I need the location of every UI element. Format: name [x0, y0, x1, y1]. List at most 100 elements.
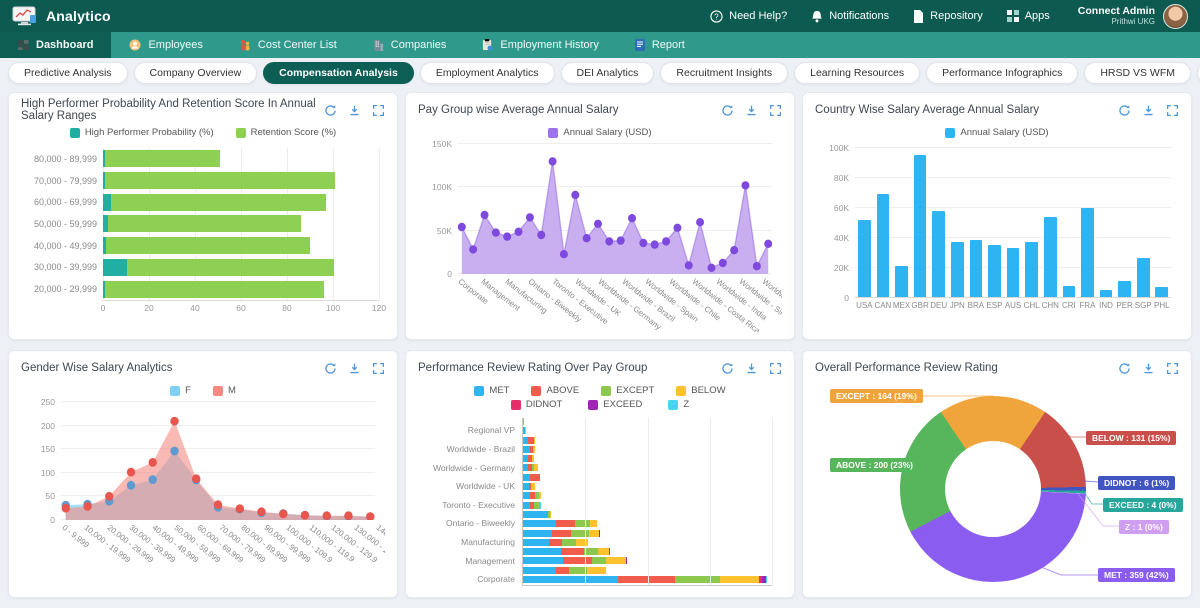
bar[interactable]: [1081, 208, 1094, 297]
download-icon[interactable]: [348, 362, 361, 375]
refresh-icon[interactable]: [1118, 362, 1131, 375]
bar-segment[interactable]: [563, 557, 592, 564]
bar-segment[interactable]: [530, 474, 540, 481]
bar-segment[interactable]: [531, 483, 535, 490]
bar-segment[interactable]: [552, 530, 571, 537]
bar-segment[interactable]: [618, 576, 676, 583]
bar-segment[interactable]: [105, 150, 220, 167]
bar-segment[interactable]: [523, 548, 561, 555]
legend-item[interactable]: Annual Salary (USD): [548, 127, 651, 138]
pill-predictive-analysis[interactable]: Predictive Analysis: [8, 62, 128, 84]
bar-segment[interactable]: [609, 548, 610, 555]
bar-segment[interactable]: [111, 194, 326, 211]
bar-segment[interactable]: [539, 502, 541, 509]
bar[interactable]: [877, 194, 890, 297]
need-help-button[interactable]: ? Need Help?: [710, 10, 787, 23]
expand-icon[interactable]: [769, 362, 782, 375]
bar[interactable]: [1118, 281, 1131, 297]
bar-segment[interactable]: [523, 492, 530, 499]
nav-tab-cost-center-list[interactable]: Cost Center List: [221, 32, 355, 58]
bar-segment[interactable]: [108, 215, 301, 232]
pill-company-overview[interactable]: Company Overview: [134, 62, 258, 84]
bar-segment[interactable]: [103, 194, 111, 211]
legend-item[interactable]: EXCEPT: [601, 385, 654, 396]
nav-tab-report[interactable]: Report: [617, 32, 703, 58]
expand-icon[interactable]: [1166, 362, 1179, 375]
bar[interactable]: [1063, 286, 1076, 297]
bar-segment[interactable]: [556, 520, 575, 527]
expand-icon[interactable]: [769, 104, 782, 117]
bar-segment[interactable]: [556, 567, 569, 574]
donut-label-z[interactable]: Z : 1 (0%): [1119, 520, 1169, 534]
bar[interactable]: [858, 220, 871, 297]
legend-item[interactable]: Annual Salary (USD): [945, 127, 1048, 138]
bar-segment[interactable]: [626, 557, 627, 564]
bar-segment[interactable]: [590, 520, 597, 527]
bar-segment[interactable]: [523, 474, 530, 481]
legend-item[interactable]: DIDNOT: [511, 399, 562, 410]
download-icon[interactable]: [1142, 104, 1155, 117]
pill-performance-infographics[interactable]: Performance Infographics: [926, 62, 1078, 84]
bar[interactable]: [970, 240, 983, 297]
bar-segment[interactable]: [523, 502, 530, 509]
bar-segment[interactable]: [105, 281, 324, 298]
bar-segment[interactable]: [532, 455, 534, 462]
donut-label-except[interactable]: EXCEPT : 164 (19%): [830, 389, 923, 403]
donut-label-met[interactable]: MET : 359 (42%): [1098, 568, 1175, 582]
bar[interactable]: [951, 242, 964, 297]
download-icon[interactable]: [745, 362, 758, 375]
pill-employment-analytics[interactable]: Employment Analytics: [420, 62, 555, 84]
bar[interactable]: [1044, 217, 1057, 297]
expand-icon[interactable]: [1166, 104, 1179, 117]
bar-segment[interactable]: [523, 418, 524, 425]
nav-tab-employment-history[interactable]: Employment History: [464, 32, 616, 58]
app-brand[interactable]: Analytico: [12, 6, 111, 26]
bar-segment[interactable]: [523, 567, 556, 574]
bar-segment[interactable]: [523, 557, 563, 564]
legend-item[interactable]: F: [170, 385, 191, 396]
donut-label-above[interactable]: ABOVE : 200 (23%): [830, 458, 919, 472]
nav-tab-companies[interactable]: Companies: [355, 32, 465, 58]
donut-label-exceed[interactable]: EXCEED : 4 (0%): [1103, 498, 1183, 512]
bar-segment[interactable]: [592, 557, 606, 564]
bar-segment[interactable]: [589, 530, 599, 537]
legend-item[interactable]: M: [213, 385, 236, 396]
pill-compensation-analysis[interactable]: Compensation Analysis: [263, 62, 414, 84]
donut-label-didnot[interactable]: DIDNOT : 6 (1%): [1098, 476, 1175, 490]
notifications-button[interactable]: Notifications: [811, 10, 889, 23]
legend-item[interactable]: BELOW: [676, 385, 725, 396]
bar-segment[interactable]: [523, 576, 618, 583]
refresh-icon[interactable]: [1118, 104, 1131, 117]
bar-segment[interactable]: [103, 259, 127, 276]
pill-learning-resources[interactable]: Learning Resources: [794, 62, 920, 84]
expand-icon[interactable]: [372, 362, 385, 375]
legend-item[interactable]: ABOVE: [531, 385, 579, 396]
bar-segment[interactable]: [598, 548, 609, 555]
bar[interactable]: [1007, 248, 1020, 297]
refresh-icon[interactable]: [324, 104, 337, 117]
download-icon[interactable]: [1142, 362, 1155, 375]
expand-icon[interactable]: [372, 104, 385, 117]
bar-segment[interactable]: [523, 511, 548, 518]
bar[interactable]: [914, 155, 927, 297]
bar-segment[interactable]: [533, 446, 535, 453]
donut-label-below[interactable]: BELOW : 131 (15%): [1086, 431, 1176, 445]
bar-segment[interactable]: [569, 567, 587, 574]
refresh-icon[interactable]: [721, 104, 734, 117]
nav-tab-employees[interactable]: Employees: [111, 32, 220, 58]
bar-segment[interactable]: [675, 576, 720, 583]
refresh-icon[interactable]: [721, 362, 734, 375]
download-icon[interactable]: [745, 104, 758, 117]
bar-segment[interactable]: [599, 530, 600, 537]
bar-segment[interactable]: [549, 539, 562, 546]
bar-segment[interactable]: [525, 427, 526, 434]
bar-segment[interactable]: [766, 576, 767, 583]
bar[interactable]: [1100, 290, 1113, 297]
bar-segment[interactable]: [523, 446, 530, 453]
repository-button[interactable]: Repository: [913, 10, 983, 23]
bar-segment[interactable]: [587, 567, 606, 574]
download-icon[interactable]: [348, 104, 361, 117]
apps-button[interactable]: Apps: [1007, 10, 1050, 22]
bar[interactable]: [1155, 287, 1168, 297]
bar-segment[interactable]: [539, 492, 541, 499]
